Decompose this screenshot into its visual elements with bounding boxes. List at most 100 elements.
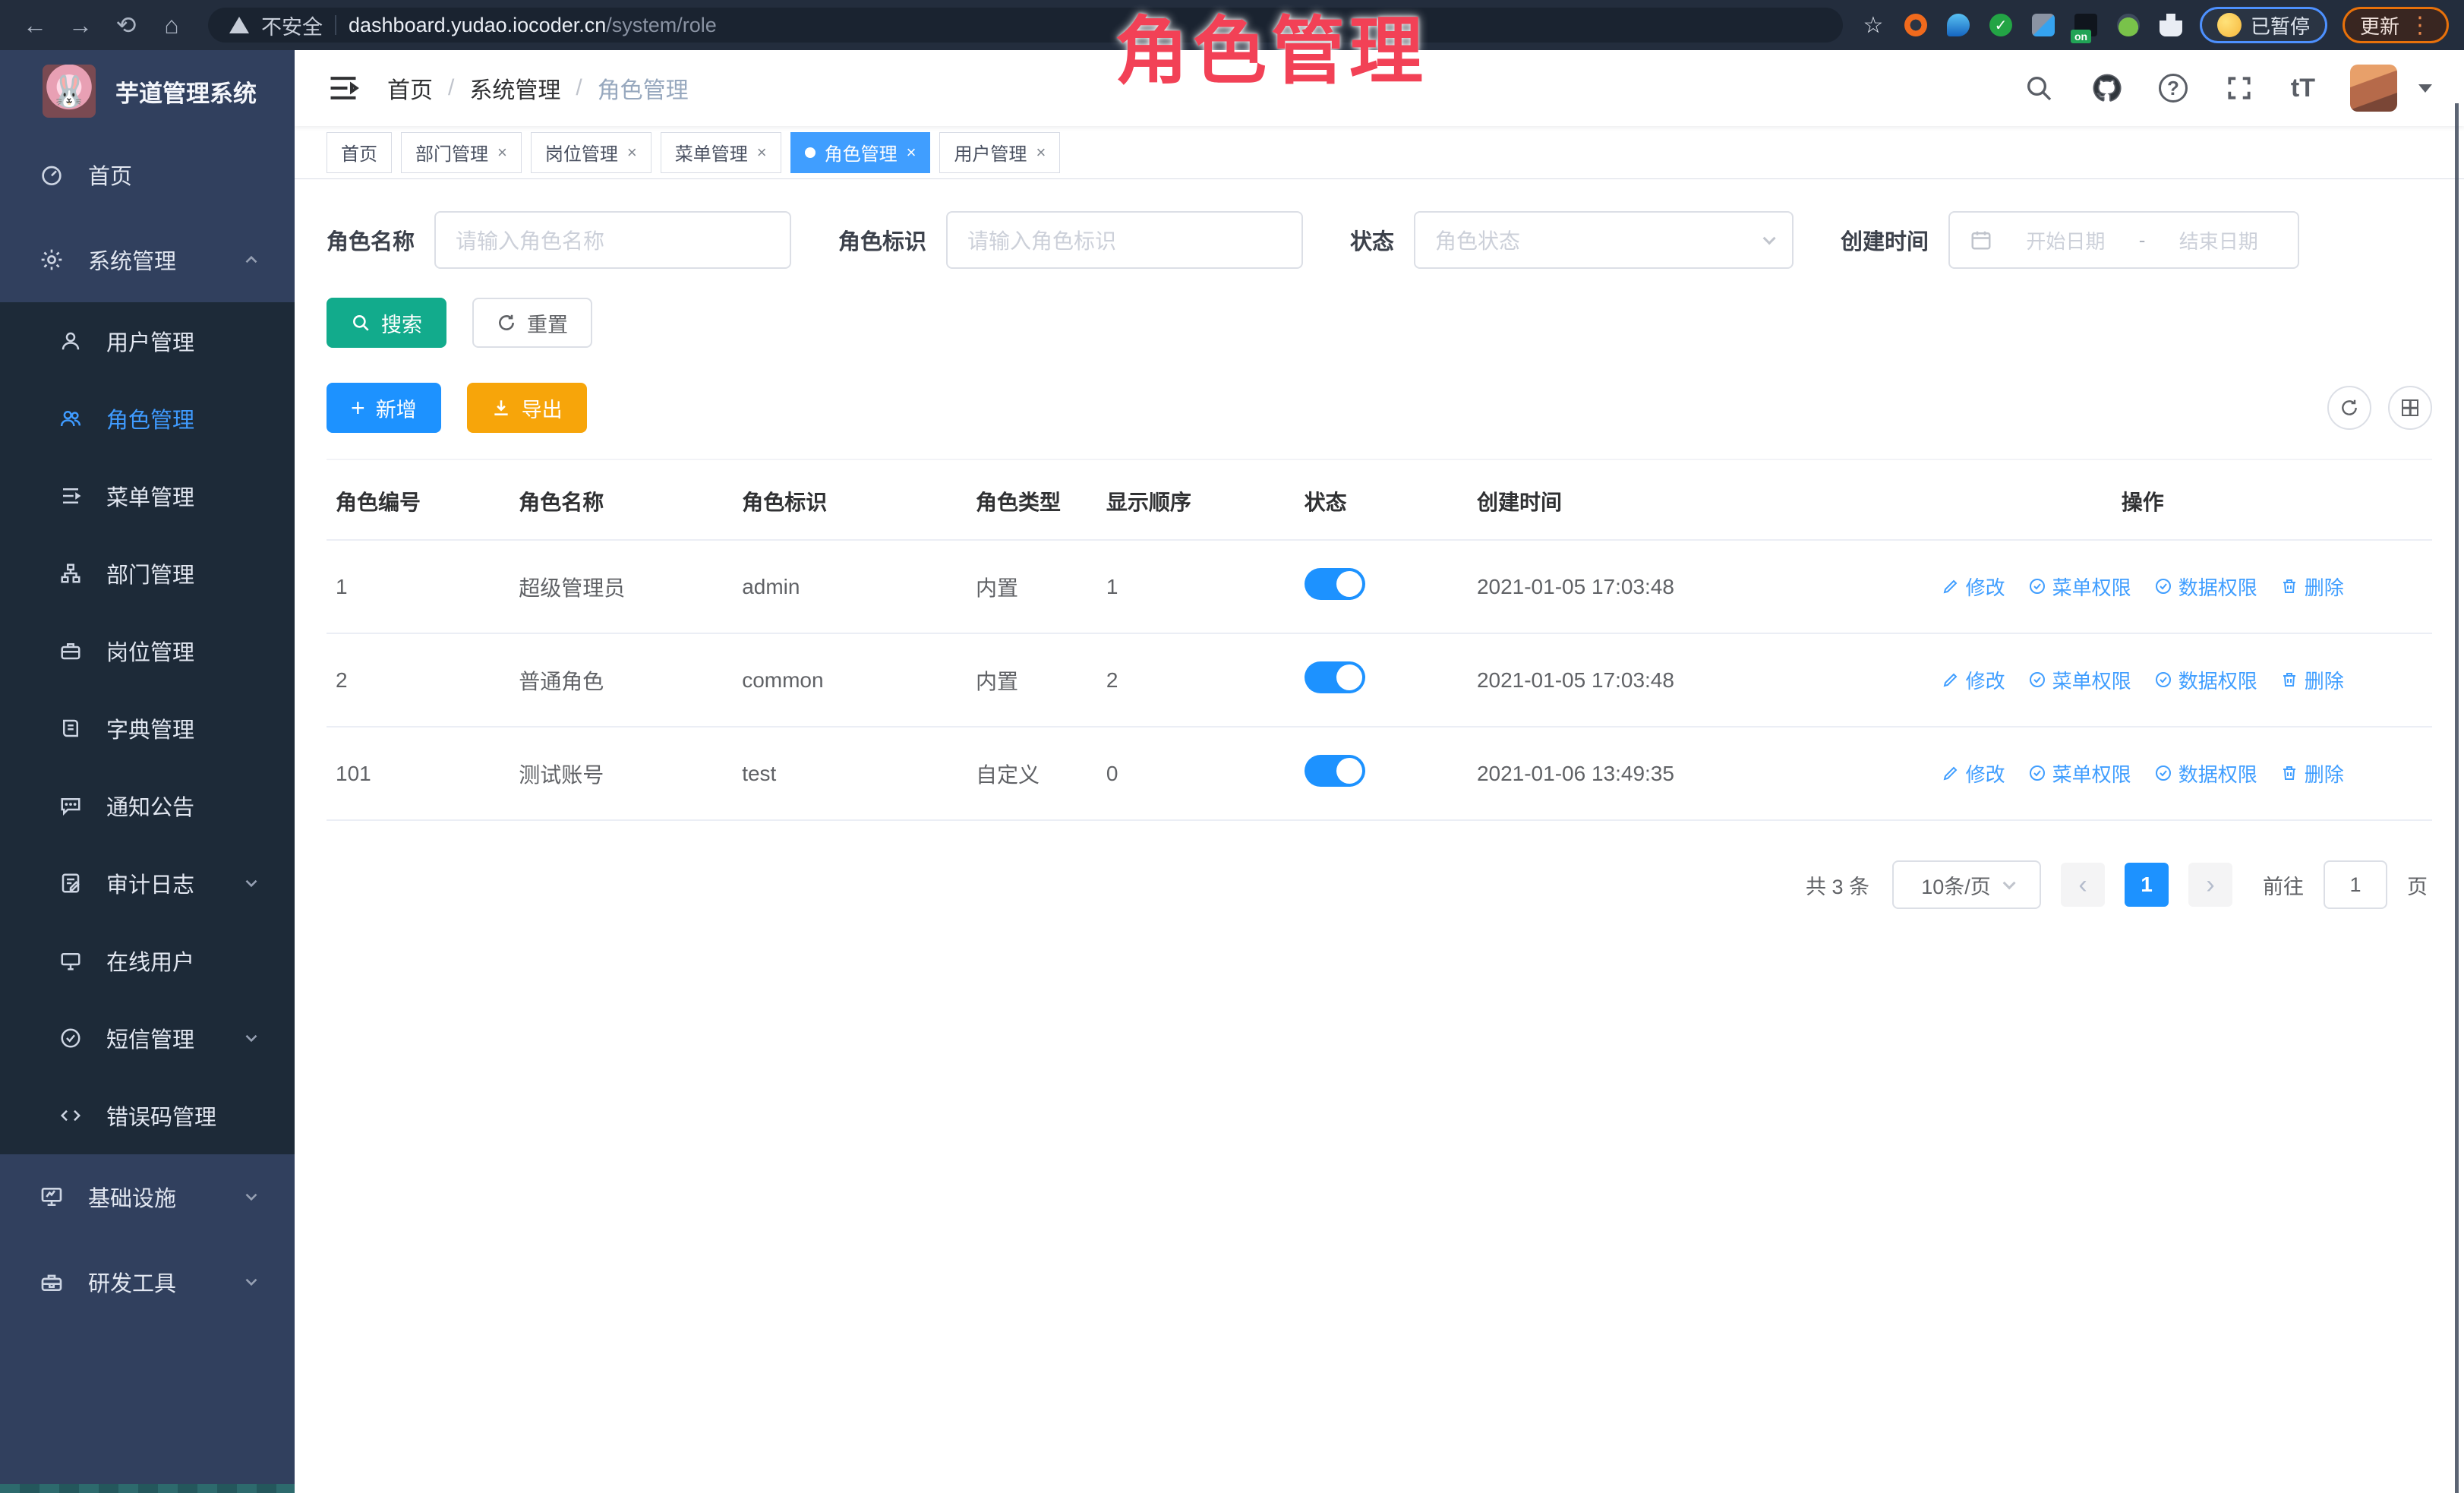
close-icon[interactable]: × [497, 143, 507, 163]
prev-page-button[interactable]: ‹ [2061, 863, 2105, 907]
data-permission-link[interactable]: 数据权限 [2154, 573, 2257, 601]
status-toggle[interactable] [1305, 755, 1365, 787]
goto-page-input[interactable] [2324, 860, 2387, 909]
browser-update-button[interactable]: 更新 ⋮ [2343, 7, 2449, 43]
tab-departments[interactable]: 部门管理× [401, 132, 522, 173]
tab-posts[interactable]: 岗位管理× [531, 132, 651, 173]
extension-sprout-icon[interactable] [2115, 11, 2142, 39]
delete-link[interactable]: 删除 [2280, 666, 2344, 694]
sidebar-item-sms[interactable]: 短信管理 [0, 999, 295, 1077]
sidebar-item-dev-tools[interactable]: 研发工具 [0, 1239, 295, 1324]
avatar[interactable] [2350, 65, 2397, 112]
browser-forward-icon[interactable]: → [61, 5, 100, 45]
menu-permission-link[interactable]: 菜单权限 [2028, 759, 2131, 788]
menu-permission-link[interactable]: 菜单权限 [2028, 573, 2131, 601]
chevron-down-icon [2002, 876, 2015, 889]
start-date-placeholder: 开始日期 [2006, 226, 2125, 254]
breadcrumb-section[interactable]: 系统管理 [469, 71, 560, 105]
data-permission-link[interactable]: 数据权限 [2154, 759, 2257, 788]
sidebar-item-roles[interactable]: 角色管理 [0, 380, 295, 457]
current-page-button[interactable]: 1 [2125, 863, 2169, 907]
reset-button[interactable]: 重置 [472, 298, 592, 348]
edit-link[interactable]: 修改 [1942, 573, 2005, 601]
help-icon[interactable]: ? [2159, 74, 2188, 103]
search-button[interactable]: 搜索 [327, 298, 446, 348]
extension-green-check-icon[interactable]: ✓ [1987, 11, 2014, 39]
tab-users[interactable]: 用户管理× [939, 132, 1060, 173]
browser-extensions-area: ☆ ✓ on 已暂停 更新 ⋮ [1860, 7, 2449, 43]
export-button[interactable]: 导出 [467, 383, 587, 433]
close-icon[interactable]: × [627, 143, 637, 163]
close-icon[interactable]: × [907, 143, 917, 163]
update-label: 更新 [2360, 11, 2399, 39]
github-icon[interactable] [2090, 71, 2124, 105]
tab-menus[interactable]: 菜单管理× [661, 132, 781, 173]
extension-dark-icon[interactable]: on [2072, 11, 2100, 39]
trash-icon [2280, 764, 2298, 782]
sidebar-item-dict[interactable]: 字典管理 [0, 690, 295, 767]
tab-home[interactable]: 首页 [327, 132, 392, 173]
check-circle-icon [2028, 764, 2046, 782]
extension-drop-icon[interactable] [1945, 11, 1972, 39]
font-size-icon[interactable]: tT [2291, 74, 2315, 103]
sidebar-item-online-users[interactable]: 在线用户 [0, 922, 295, 999]
extensions-puzzle-icon[interactable] [2157, 11, 2185, 39]
scrollbar[interactable] [2455, 103, 2459, 1493]
status-toggle[interactable] [1305, 661, 1365, 693]
filter-form: 角色名称 请输入角色名称 角色标识 请输入角色标识 状态 角色状态 [327, 211, 2432, 269]
avatar-caret-icon[interactable] [2418, 84, 2432, 93]
sidebar-item-menus[interactable]: 菜单管理 [0, 457, 295, 535]
trash-icon [2280, 577, 2298, 595]
role-name-input[interactable]: 请输入角色名称 [434, 211, 791, 269]
check-circle-icon [59, 1027, 82, 1050]
magnifier-icon [351, 313, 371, 333]
url-path: /system/role [606, 14, 717, 36]
edit-link[interactable]: 修改 [1942, 666, 2005, 694]
sidebar-item-users[interactable]: 用户管理 [0, 302, 295, 380]
menu-permission-link[interactable]: 菜单权限 [2028, 666, 2131, 694]
sidebar-item-home[interactable]: 首页 [0, 132, 295, 217]
breadcrumb-home[interactable]: 首页 [387, 71, 433, 105]
add-button[interactable]: + 新增 [327, 383, 441, 433]
app-logo-row[interactable]: 🐰 芋道管理系统 [0, 50, 295, 132]
sidebar-item-infrastructure[interactable]: 基础设施 [0, 1154, 295, 1239]
profile-paused-pill[interactable]: 已暂停 [2200, 7, 2327, 43]
date-range-picker[interactable]: 开始日期 - 结束日期 [1948, 211, 2299, 269]
status-select[interactable]: 角色状态 [1414, 211, 1794, 269]
pencil-icon [1942, 671, 1960, 689]
hamburger-icon[interactable] [327, 71, 360, 105]
browser-back-icon[interactable]: ← [15, 5, 55, 45]
sidebar-item-audit-log[interactable]: 审计日志 [0, 844, 295, 922]
fullscreen-icon[interactable] [2223, 71, 2256, 105]
data-permission-link[interactable]: 数据权限 [2154, 666, 2257, 694]
create-time-label: 创建时间 [1841, 224, 1929, 256]
browser-reload-icon[interactable]: ⟲ [106, 5, 146, 45]
browser-home-icon[interactable]: ⌂ [152, 5, 191, 45]
delete-link[interactable]: 删除 [2280, 573, 2344, 601]
tab-roles[interactable]: 角色管理× [790, 132, 931, 173]
extension-grid-icon[interactable] [2030, 11, 2057, 39]
sidebar-item-departments[interactable]: 部门管理 [0, 535, 295, 612]
refresh-table-button[interactable] [2327, 386, 2371, 430]
role-key-input[interactable]: 请输入角色标识 [946, 211, 1303, 269]
page-size-select[interactable]: 10条/页 [1892, 860, 2041, 909]
sidebar-item-system[interactable]: 系统管理 [0, 217, 295, 302]
end-date-placeholder: 结束日期 [2159, 226, 2278, 254]
close-icon[interactable]: × [1036, 143, 1046, 163]
column-settings-button[interactable] [2388, 386, 2432, 430]
search-icon[interactable] [2022, 71, 2055, 105]
sidebar-item-notice[interactable]: 通知公告 [0, 767, 295, 844]
monitor-icon [39, 1185, 64, 1209]
table-row: 1 超级管理员 admin 内置 1 2021-01-05 17:03:48 修… [327, 540, 2432, 633]
status-toggle[interactable] [1305, 568, 1365, 600]
extension-orange-icon[interactable] [1902, 11, 1929, 39]
sidebar-item-posts[interactable]: 岗位管理 [0, 612, 295, 690]
bookmark-star-icon[interactable]: ☆ [1860, 11, 1887, 39]
close-icon[interactable]: × [757, 143, 767, 163]
browser-address-bar[interactable]: 不安全 dashboard.yudao.iocoder.cn/system/ro… [208, 8, 1843, 43]
next-page-button[interactable]: › [2188, 863, 2232, 907]
delete-link[interactable]: 删除 [2280, 759, 2344, 788]
edit-link[interactable]: 修改 [1942, 759, 2005, 788]
sidebar-item-error-codes[interactable]: 错误码管理 [0, 1077, 295, 1154]
browser-menu-icon[interactable]: ⋮ [2409, 12, 2431, 39]
